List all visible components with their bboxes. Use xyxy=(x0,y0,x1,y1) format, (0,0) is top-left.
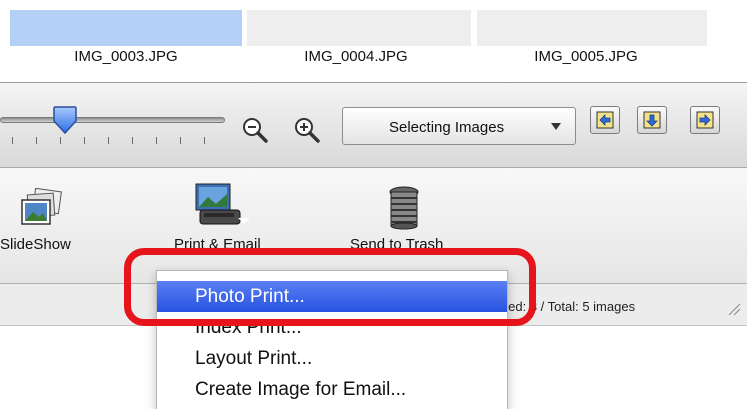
menu-item-photo-print[interactable]: Photo Print... xyxy=(157,281,507,312)
zoom-toolbar: Selecting Images xyxy=(0,82,747,168)
menu-item-create-image-for-email[interactable]: Create Image for Email... xyxy=(157,374,507,405)
thumbnail-label: IMG_0005.JPG xyxy=(534,48,638,65)
thumbnail-label: IMG_0003.JPG xyxy=(74,48,178,65)
thumbnail-img-0004[interactable] xyxy=(247,10,471,46)
chevron-down-icon xyxy=(551,123,561,130)
slideshow-label[interactable]: SlideShow xyxy=(0,236,71,253)
mode-select-value: Selecting Images xyxy=(389,119,505,136)
print-email-menu: Photo Print... Index Print... Layout Pri… xyxy=(156,270,508,409)
zoom-slider-thumb[interactable] xyxy=(52,105,78,135)
arrow-right-icon[interactable] xyxy=(690,106,720,134)
zoom-out-icon[interactable] xyxy=(240,115,270,145)
thumbnail-label: IMG_0004.JPG xyxy=(304,48,408,65)
thumbnail-strip: IMG_0003.JPG IMG_0004.JPG IMG_0005.JPG xyxy=(0,0,747,82)
arrow-down-icon[interactable] xyxy=(637,106,667,134)
zoom-slider-track[interactable] xyxy=(0,117,225,123)
print-email-icon[interactable] xyxy=(194,182,250,235)
send-to-trash-label[interactable]: Send to Trash xyxy=(350,236,443,253)
mode-select[interactable]: Selecting Images xyxy=(342,107,576,145)
menu-item-layout-print[interactable]: Layout Print... xyxy=(157,343,507,374)
thumbnail-img-0005[interactable] xyxy=(477,10,707,46)
menu-item-index-print[interactable]: Index Print... xyxy=(157,312,507,343)
arrow-left-icon[interactable] xyxy=(590,106,620,134)
trash-icon[interactable] xyxy=(387,186,421,235)
zoom-in-icon[interactable] xyxy=(292,115,322,145)
thumbnail-img-0003[interactable] xyxy=(10,10,242,46)
print-email-label[interactable]: Print & Email xyxy=(174,236,261,253)
slideshow-icon[interactable] xyxy=(20,187,64,233)
resize-grip-icon[interactable] xyxy=(727,302,741,316)
zoom-slider-ticks xyxy=(0,137,225,147)
action-toolbar: SlideShow Print & Email Send to Trash xyxy=(0,168,747,284)
